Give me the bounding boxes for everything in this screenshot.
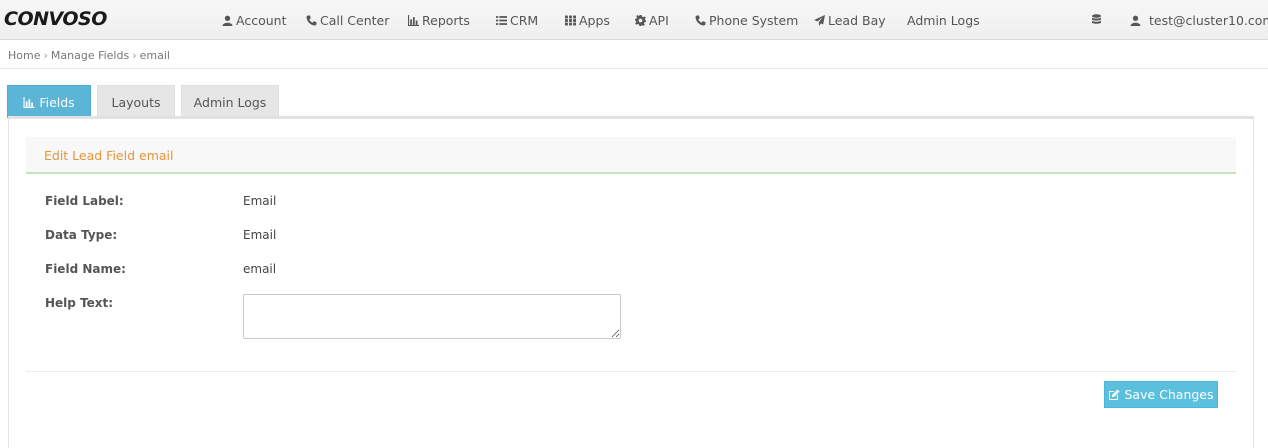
help-text-input[interactable] [243,294,621,339]
nav-account[interactable]: Account [222,12,286,28]
tab-fields-label: Fields [39,94,75,110]
grid-icon [565,15,576,25]
bar-chart-icon [23,96,35,108]
data-type-label: Data Type: [45,228,118,242]
top-navbar: CONVOSO Account Call Center Reports CRM … [0,0,1268,40]
phone-icon [306,15,317,25]
list-icon [496,15,507,25]
user-icon [222,15,233,26]
nav-reports[interactable]: Reports [408,12,470,28]
tab-admin-logs-label: Admin Logs [193,94,267,110]
field-name-label: Field Name: [45,262,126,276]
nav-admin-logs[interactable]: Admin Logs [907,12,980,28]
database-icon [1092,14,1101,24]
form-divider [26,371,1236,372]
nav-lead-bay[interactable]: Lead Bay [814,12,886,28]
nav-admin-logs-label: Admin Logs [907,12,980,28]
nav-apps-label: Apps [579,12,610,28]
data-type-value: Email [243,228,277,242]
breadcrumb: Home › Manage Fields › email [0,40,1268,69]
nav-api[interactable]: API [635,12,669,28]
edit-icon [1109,389,1120,400]
convoso-logo[interactable]: CONVOSO [4,8,107,30]
nav-api-label: API [649,12,669,28]
nav-call-center[interactable]: Call Center [306,12,389,28]
nav-call-center-label: Call Center [320,12,390,28]
field-label-label: Field Label: [45,194,124,208]
nav-phone-system[interactable]: Phone System [695,12,798,28]
nav-apps[interactable]: Apps [565,12,610,28]
breadcrumb-current: email [139,49,170,62]
save-changes-button[interactable]: Save Changes [1104,381,1218,408]
phone-icon [695,15,706,25]
breadcrumb-separator: › [43,49,48,62]
nav-phone-system-label: Phone System [709,12,799,28]
nav-account-label: Account [236,12,287,28]
tab-fields[interactable]: Fields [7,85,91,118]
nav-lead-bay-label: Lead Bay [828,12,886,28]
nav-reports-label: Reports [422,12,470,28]
bar-chart-icon [408,14,419,26]
help-text-label: Help Text: [45,296,114,310]
tab-admin-logs[interactable]: Admin Logs [181,85,279,118]
save-changes-label: Save Changes [1124,387,1214,402]
tab-layouts-label: Layouts [111,94,161,110]
breadcrumb-home[interactable]: Home [8,49,40,62]
paper-plane-icon [814,14,825,26]
breadcrumb-manage-fields[interactable]: Manage Fields [51,49,129,62]
user-menu[interactable]: test@cluster10.com [1130,12,1268,28]
database-button[interactable] [1091,12,1102,28]
breadcrumb-separator: › [132,49,137,62]
nav-crm-label: CRM [510,12,539,28]
user-icon [1130,15,1141,26]
field-name-value: email [243,262,277,276]
gear-icon [635,14,646,26]
panel-title: Edit Lead Field email [26,137,1236,174]
nav-crm[interactable]: CRM [496,12,538,28]
user-email: test@cluster10.com [1149,12,1268,28]
field-label-value: Email [243,194,277,208]
tab-layouts[interactable]: Layouts [97,85,175,118]
